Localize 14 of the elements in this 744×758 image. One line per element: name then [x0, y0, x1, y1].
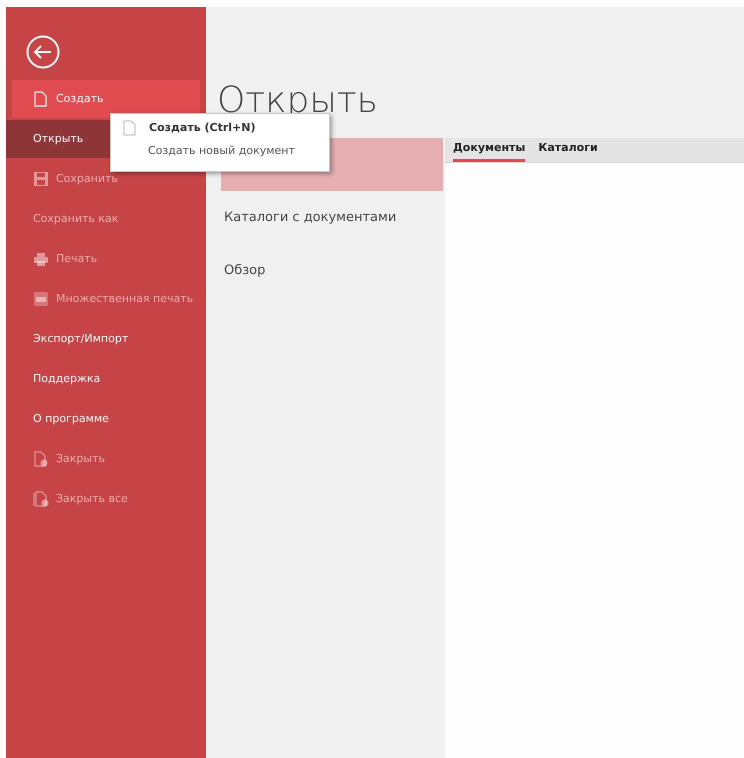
sidebar-item[interactable]: О программе — [6, 400, 206, 438]
place-item[interactable]: Обзор — [221, 244, 443, 297]
sidebar-item[interactable]: Поддержка — [6, 360, 206, 398]
documents-x-icon — [33, 491, 49, 507]
tab[interactable]: Каталоги — [538, 140, 598, 162]
place-item[interactable]: Каталоги с документами — [221, 191, 443, 244]
document-x-icon — [33, 451, 49, 467]
page-title: Открыть — [217, 83, 378, 119]
sidebar-item[interactable]: Экспорт/Импорт — [6, 320, 206, 358]
document-icon — [123, 120, 136, 136]
sidebar-item[interactable]: Создать — [12, 80, 200, 118]
back-icon[interactable] — [26, 34, 60, 68]
tab[interactable]: Документы — [453, 140, 526, 162]
document-icon — [33, 91, 49, 107]
